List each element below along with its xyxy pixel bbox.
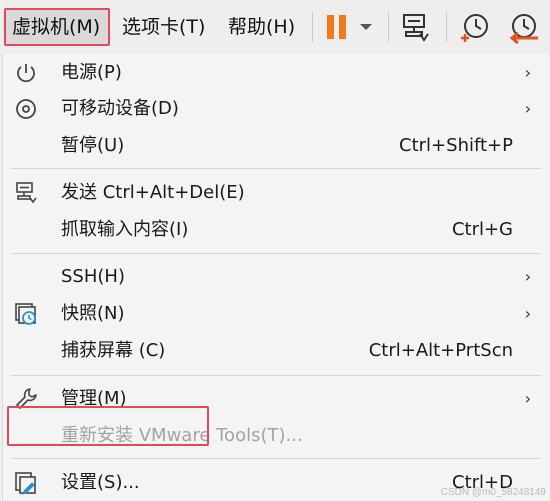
toolbar-separator <box>388 12 389 42</box>
menu-item-removable-devices[interactable]: 可移动设备(D) › <box>3 90 549 127</box>
power-icon <box>17 64 35 83</box>
menu-separator <box>11 168 541 169</box>
shortcut-text: Ctrl+Alt+PrtScn <box>368 340 513 361</box>
menu-item-label: 可移动设备(D) <box>61 98 179 119</box>
removable-device-icon <box>16 99 36 119</box>
dropdown-arrow-icon <box>360 24 372 30</box>
snapshot-revert-icon <box>509 14 538 45</box>
menu-help[interactable]: 帮助(H) <box>222 8 304 46</box>
menu-item-label: 暂停(U) <box>61 135 125 156</box>
submenu-arrow-icon: › <box>524 304 531 323</box>
menu-item-ssh[interactable]: SSH(H) › <box>3 258 549 295</box>
menu-item-label: 抓取输入内容(I) <box>61 219 189 240</box>
send-keys-icon <box>403 14 429 42</box>
snapshot-icon <box>15 303 36 325</box>
menu-separator <box>11 253 541 254</box>
shortcut-text: Ctrl+G <box>451 219 513 240</box>
submenu-arrow-icon: › <box>524 267 531 286</box>
take-snapshot-button[interactable] <box>456 10 492 46</box>
send-keys-button[interactable] <box>398 10 434 46</box>
menu-vm[interactable]: 虚拟机(M) <box>4 8 110 46</box>
pause-icon <box>327 15 346 39</box>
toolbar-separator <box>312 12 313 42</box>
menu-tabs[interactable]: 选项卡(T) <box>116 8 216 46</box>
menubar: 虚拟机(M) 选项卡(T) 帮助(H) <box>0 0 550 55</box>
submenu-arrow-icon: › <box>524 99 531 118</box>
submenu-arrow-icon: › <box>524 63 531 82</box>
shortcut-text: Ctrl+Shift+P <box>399 135 513 156</box>
toolbar-separator <box>446 12 447 42</box>
menu-item-snapshot[interactable]: 快照(N) › <box>3 295 549 332</box>
menu-item-label: 发送 Ctrl+Alt+Del(E) <box>61 182 245 203</box>
settings-icon <box>15 472 36 495</box>
snapshot-take-icon <box>461 14 488 42</box>
pause-dropdown-button[interactable] <box>356 10 376 44</box>
revert-snapshot-button[interactable] <box>502 10 542 46</box>
watermark: CSDN @m0_58248149 <box>440 487 546 498</box>
menu-item-label: SSH(H) <box>61 266 125 287</box>
menu-item-grab-input[interactable]: 抓取输入内容(I) Ctrl+G <box>3 211 549 248</box>
submenu-arrow-icon: › <box>524 389 531 408</box>
menu-separator <box>11 458 541 459</box>
send-keys-icon <box>16 182 37 204</box>
menu-item-label: 电源(P) <box>61 62 122 83</box>
menu-separator <box>11 375 541 376</box>
menu-item-send-ctrl-alt-del[interactable]: 发送 Ctrl+Alt+Del(E) <box>3 174 549 211</box>
menu-item-capture-screen[interactable]: 捕获屏幕 (C) Ctrl+Alt+PrtScn <box>3 332 549 369</box>
menu-item-label: 快照(N) <box>61 303 125 324</box>
menu-item-label: 捕获屏幕 (C) <box>61 340 166 361</box>
pause-button[interactable] <box>322 10 352 44</box>
settings-highlight-box <box>7 406 209 446</box>
menu-item-pause[interactable]: 暂停(U) Ctrl+Shift+P <box>3 127 549 164</box>
menu-item-power[interactable]: 电源(P) › <box>3 54 549 91</box>
menu-item-label: 设置(S)... <box>61 472 140 493</box>
